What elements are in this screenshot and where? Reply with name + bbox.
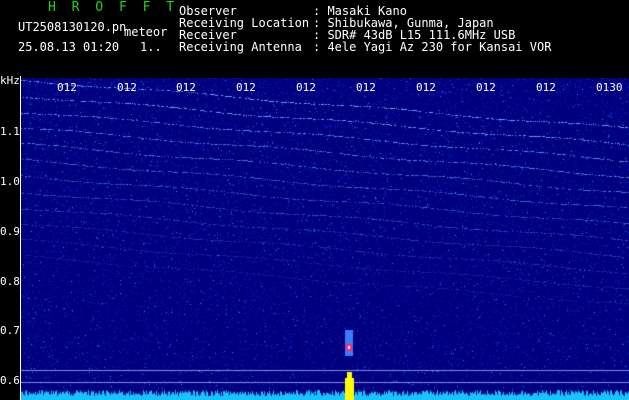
x-tick: 012	[536, 81, 556, 94]
x-tick: 012	[236, 81, 256, 94]
y-tick: 0.6	[0, 374, 20, 387]
timestamp: 25.08.13 01:20	[18, 40, 120, 54]
meteor-tag: meteor	[124, 25, 168, 39]
y-tick: 0.8	[0, 275, 20, 288]
x-tick: 012	[117, 81, 137, 94]
page-indicator: 1..	[140, 40, 162, 54]
x-tick: 012	[57, 81, 77, 94]
y-axis-line	[20, 76, 21, 400]
y-tick: 1.0	[0, 175, 20, 188]
y-tick: 1.1	[0, 125, 20, 138]
x-tick: 0130	[596, 81, 623, 94]
spectrogram	[20, 78, 629, 400]
y-tick: 0.7	[0, 324, 20, 337]
x-tick: 012	[296, 81, 316, 94]
header-panel: H R O F F T UT2508130120.pn meteor 25.08…	[0, 0, 629, 74]
y-axis-unit: kHz	[0, 74, 20, 87]
program-name: H R O F F T	[48, 0, 179, 15]
x-tick: 012	[476, 81, 496, 94]
field-label-antenna: Receiving Antenna	[179, 40, 302, 54]
x-tick: 012	[176, 81, 196, 94]
x-tick: 012	[356, 81, 376, 94]
field-value-antenna: : 4ele Yagi Az 230 for Kansai VOR	[313, 40, 552, 54]
x-tick: 012	[416, 81, 436, 94]
filename: UT2508130120.pn	[18, 20, 127, 34]
y-tick: 0.9	[0, 225, 20, 238]
